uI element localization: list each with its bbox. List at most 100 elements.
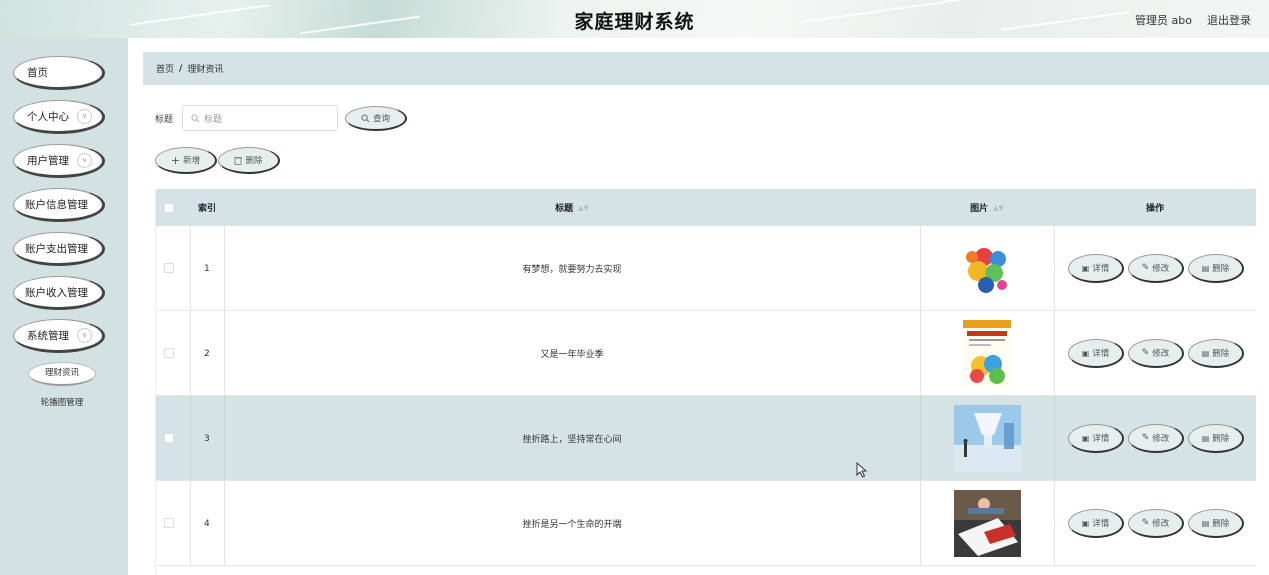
sidebar-item-label: 首页 (27, 66, 48, 79)
edit-button[interactable]: ✎ 修改 (1128, 509, 1184, 538)
row-index: 4 (204, 518, 210, 529)
delete-button[interactable]: ▤ 删除 (1188, 509, 1244, 538)
header-image-label: 图片 (970, 204, 989, 214)
row-checkbox[interactable] (164, 433, 174, 443)
sidebar-item-home[interactable]: 首页 (13, 56, 105, 90)
sidebar-item-account-expense[interactable]: 账户支出管理 (13, 232, 105, 266)
sidebar-item-account-info[interactable]: 账户信息管理 (13, 188, 105, 222)
delete-label: 删除 (1212, 519, 1230, 529)
admin-label: 管理员 abo (1135, 14, 1192, 27)
coins-collage-image (953, 235, 1021, 302)
sidebar-item-user-management[interactable]: 用户管理 ∨ (13, 144, 105, 178)
sidebar-item-label: 账户支出管理 (25, 242, 88, 255)
sort-icon[interactable]: ▲▼ (578, 204, 589, 212)
batch-delete-button[interactable]: 删除 (218, 147, 280, 174)
sidebar-item-label: 账户信息管理 (25, 198, 88, 211)
delete-button[interactable]: ▤ 删除 (1188, 254, 1244, 283)
row-title: 有梦想，就要努力去实现 (522, 265, 622, 275)
document-icon: ▣ (1081, 263, 1090, 273)
business-hall-image (953, 405, 1021, 472)
breadcrumb-current: 理财资讯 (187, 65, 224, 75)
search-button-label: 查询 (372, 114, 390, 124)
edit-label: 修改 (1152, 434, 1170, 444)
header-index: 索引 (198, 204, 217, 214)
submenu-item-finance-news[interactable]: 理财资讯 (28, 362, 96, 386)
search-icon (361, 113, 370, 122)
pencil-icon: ✎ (1141, 348, 1150, 358)
row-title: 挫折是另一个生命的开端 (522, 520, 622, 530)
row-checkbox[interactable] (164, 263, 174, 273)
chevron-down-icon: ∨ (77, 109, 92, 124)
delete-label: 删除 (1212, 434, 1230, 444)
bank-book-cover-image (963, 320, 1011, 387)
search-input[interactable]: 标题 (182, 105, 338, 131)
table-row: 4 挫折是另一个生命的开端 ▣ 详情 ✎ 修改 ▤ 删除 (156, 481, 1256, 566)
submenu-item-carousel[interactable]: 轮播图管理 (28, 396, 96, 408)
news-table: 索引 标题 ▲▼ 图片 ▲▼ 操作 1 有梦想，就要努力去实现 ▣ 详情 ✎ 修… (155, 189, 1256, 575)
trash-icon: ▤ (1201, 348, 1210, 358)
trash-icon: ▤ (1201, 433, 1210, 443)
delete-button[interactable]: ▤ 删除 (1188, 339, 1244, 368)
delete-button[interactable]: ▤ 删除 (1188, 424, 1244, 453)
chevron-down-icon: ∨ (77, 153, 92, 168)
pencil-icon: ✎ (1141, 518, 1150, 528)
batch-delete-label: 删除 (245, 156, 263, 166)
detail-button[interactable]: ▣ 详情 (1068, 254, 1124, 283)
detail-button[interactable]: ▣ 详情 (1068, 509, 1124, 538)
edit-label: 修改 (1152, 519, 1170, 529)
detail-button[interactable]: ▣ 详情 (1068, 339, 1124, 368)
breadcrumb-home[interactable]: 首页 (156, 62, 174, 75)
row-image-cell (920, 396, 1054, 481)
edit-button[interactable]: ✎ 修改 (1128, 254, 1184, 283)
detail-label: 详情 (1092, 349, 1110, 359)
row-index: 2 (204, 348, 210, 359)
row-title: 挫折路上，坚持常在心间 (522, 435, 622, 445)
edit-button[interactable]: ✎ 修改 (1128, 339, 1184, 368)
search-button[interactable]: 查询 (345, 106, 407, 131)
row-image-cell (920, 311, 1054, 396)
pencil-icon: ✎ (1141, 263, 1150, 273)
document-icon: ▣ (1081, 433, 1090, 443)
row-image-cell (920, 226, 1054, 311)
row-index: 3 (204, 433, 210, 444)
detail-button[interactable]: ▣ 详情 (1068, 424, 1124, 453)
edit-button[interactable]: ✎ 修改 (1128, 424, 1184, 453)
top-header: 家庭理财系统 管理员 abo 退出登录 (0, 0, 1269, 38)
sidebar-item-label: 个人中心 (27, 110, 69, 123)
row-index: 1 (204, 263, 210, 274)
sort-icon[interactable]: ▲▼ (993, 204, 1004, 212)
row-image-cell (920, 481, 1054, 566)
select-all-checkbox[interactable] (164, 203, 174, 213)
detail-label: 详情 (1092, 264, 1110, 274)
header-image[interactable]: 图片 ▲▼ (920, 189, 1054, 226)
sidebar-item-label: 系统管理 (27, 329, 69, 342)
add-button[interactable]: + 新增 (155, 147, 217, 174)
header-title[interactable]: 标题 ▲▼ (224, 189, 920, 226)
breadcrumb: 首页 / 理财资讯 (143, 52, 1269, 85)
sidebar-item-account-income[interactable]: 账户收入管理 (13, 276, 105, 310)
table-row: 3 挫折路上，坚持常在心间 ▣ 详情 ✎ 修改 ▤ 删除 (156, 396, 1256, 481)
plus-icon: + (170, 153, 181, 167)
sidebar-item-system-management[interactable]: 系统管理 ∨ (13, 319, 105, 353)
row-checkbox[interactable] (164, 348, 174, 358)
header-title-label: 标题 (555, 204, 574, 214)
bank-card-image (953, 490, 1021, 557)
document-icon: ▣ (1081, 348, 1090, 358)
trash-icon: ▤ (1201, 263, 1210, 273)
search-placeholder: 标题 (204, 114, 223, 125)
row-title: 又是一年毕业季 (540, 350, 604, 360)
table-row: 1 有梦想，就要努力去实现 ▣ 详情 ✎ 修改 ▤ 删除 (156, 226, 1256, 311)
add-button-label: 新增 (183, 156, 201, 166)
breadcrumb-separator: / (179, 63, 183, 74)
edit-label: 修改 (1152, 349, 1170, 359)
sidebar-item-label: 账户收入管理 (25, 286, 88, 299)
logout-link[interactable]: 退出登录 (1207, 12, 1251, 28)
trash-icon: ▤ (1201, 518, 1210, 528)
sidebar-item-personal-center[interactable]: 个人中心 ∨ (13, 100, 105, 134)
row-checkbox[interactable] (164, 518, 174, 528)
edit-label: 修改 (1152, 264, 1170, 274)
table-header: 索引 标题 ▲▼ 图片 ▲▼ 操作 (156, 189, 1256, 226)
delete-label: 删除 (1212, 264, 1230, 274)
pencil-icon: ✎ (1141, 433, 1150, 443)
sidebar-item-label: 用户管理 (27, 154, 69, 167)
